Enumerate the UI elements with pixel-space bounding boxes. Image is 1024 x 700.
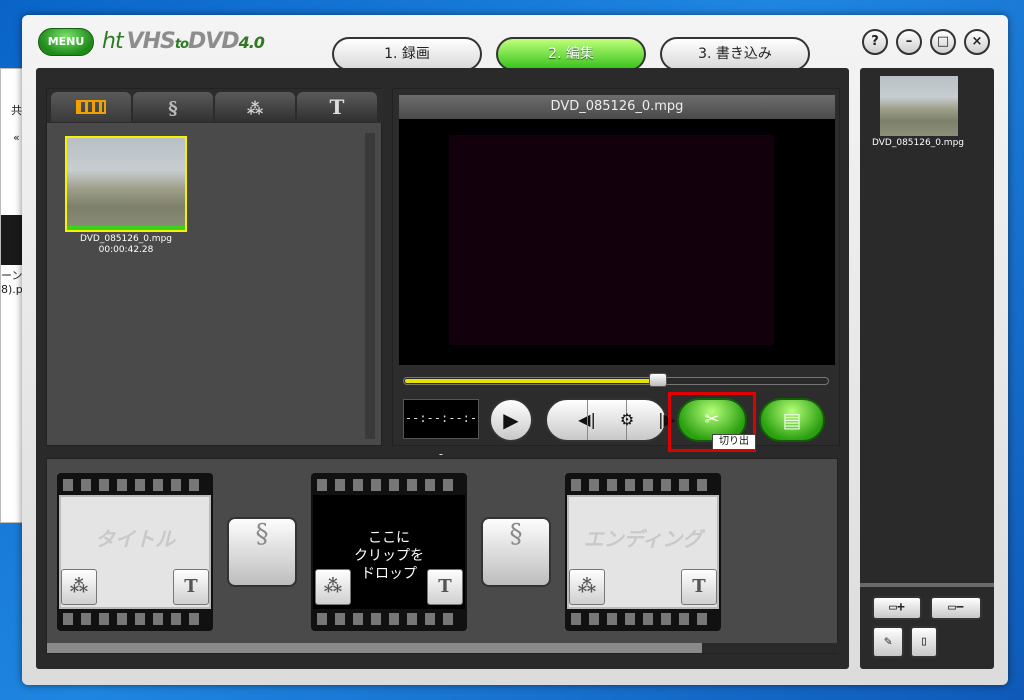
magic-wand-icon: ⁂: [323, 576, 343, 597]
film-holes: [63, 479, 207, 491]
storyboard-scrollbar[interactable]: [47, 643, 839, 653]
device-button[interactable]: ▯: [910, 626, 938, 658]
clip-image: [67, 138, 185, 230]
preview-title: DVD_085126_0.mpg: [399, 95, 835, 119]
clip-thumbnail[interactable]: [65, 136, 187, 232]
title-slot-label: タイトル: [95, 527, 175, 551]
magic-wand-icon: ⁂: [246, 99, 264, 118]
clip-info: DVD_085126_0.mpg 00:00:42.28: [65, 234, 187, 256]
film-holes: [571, 613, 715, 625]
transition-slot-1[interactable]: §: [227, 517, 297, 587]
film-holes: [317, 613, 461, 625]
transition-icon: §: [509, 519, 523, 549]
desktop-text-4: 8).p: [1, 283, 23, 296]
prev-frame-button[interactable]: ◀|: [547, 400, 596, 440]
sidebar-divider: [860, 583, 994, 587]
transition-icon: §: [255, 519, 269, 549]
main-panel: § ⁂ T DVD_085126_0.mpg 00:00:42.28 DVD_0…: [36, 68, 849, 669]
effect-button[interactable]: ⁂: [61, 569, 97, 605]
library-scrollbar[interactable]: [365, 133, 375, 439]
tab-effects[interactable]: ⁂: [215, 92, 295, 122]
desktop-text-2: «: [13, 131, 20, 144]
film-remove-icon: ▭−: [948, 600, 964, 615]
add-clip-button[interactable]: ▭+: [872, 596, 922, 620]
transition-slot-2[interactable]: §: [481, 517, 551, 587]
menu-button[interactable]: MENU: [38, 28, 94, 56]
film-icon: [76, 100, 106, 114]
drop-slot-line: ここに: [368, 530, 410, 546]
save-icon: ▤: [782, 408, 802, 432]
project-sidebar: DVD_085126_0.mpg ▭+ ▭− ✎ ▯: [860, 68, 994, 669]
frame-controls: ◀| ⚙ |▶: [545, 398, 676, 442]
close-button[interactable]: ×: [964, 29, 990, 55]
play-icon: ▶: [503, 408, 519, 432]
logo-ht: ht: [102, 29, 124, 54]
edit-button[interactable]: ✎: [872, 626, 904, 658]
tab-record[interactable]: 1. 録画: [332, 37, 482, 71]
pencil-icon: ✎: [884, 634, 892, 649]
film-holes: [571, 479, 715, 491]
device-icon: ▯: [920, 634, 928, 649]
play-button[interactable]: ▶: [489, 398, 533, 442]
text-icon: T: [329, 95, 345, 119]
project-clip-thumbnail[interactable]: [880, 76, 958, 136]
preview-panel: DVD_085126_0.mpg --:--:--:-- ▶ ◀| ⚙ |▶ ✂…: [392, 88, 840, 461]
logo-version: 4.0: [238, 33, 265, 52]
minimize-button[interactable]: –: [896, 29, 922, 55]
timecode-display: --:--:--:--: [403, 399, 479, 461]
logo-to: to: [174, 37, 189, 52]
desktop-text-1: 共: [11, 104, 22, 117]
storyboard-scroll-thumb[interactable]: [47, 643, 702, 653]
clip-filename: DVD_085126_0.mpg: [80, 234, 172, 244]
preview-video: [449, 135, 774, 345]
logo-dvd: DVD: [188, 29, 240, 54]
film-holes: [317, 479, 461, 491]
tab-burn[interactable]: 3. 書き込み: [660, 37, 810, 71]
text-button[interactable]: T: [173, 569, 209, 605]
tab-clips[interactable]: [51, 92, 131, 122]
text-button[interactable]: T: [681, 569, 717, 605]
media-library: § ⁂ T DVD_085126_0.mpg 00:00:42.28: [46, 88, 383, 446]
effect-button[interactable]: ⁂: [315, 569, 351, 605]
app-window: MENU ht VHStoDVD4.0 1. 録画 2. 編集 3. 書き込み ?…: [22, 15, 1008, 685]
logo-vhs: VHS: [126, 29, 176, 54]
clip-duration: 00:00:42.28: [98, 245, 154, 255]
next-frame-button[interactable]: |▶: [627, 400, 676, 440]
ending-slot-label: エンディング: [583, 527, 703, 551]
settings-button[interactable]: ⚙: [587, 400, 634, 440]
preview-screen: [399, 119, 835, 365]
save-button[interactable]: ▤: [759, 398, 825, 442]
magic-wand-icon: ⁂: [69, 576, 89, 597]
tab-edit[interactable]: 2. 編集: [496, 37, 646, 71]
magic-wand-icon: ⁂: [577, 576, 597, 597]
clip-selected-bar: [67, 226, 185, 230]
text-button[interactable]: T: [427, 569, 463, 605]
title-slot[interactable]: タイトル ⁂ T: [57, 473, 213, 631]
transition-icon: §: [168, 98, 178, 119]
cut-tooltip: 切り出: [712, 434, 756, 450]
film-add-icon: ▭+: [889, 600, 905, 615]
tab-titles[interactable]: T: [297, 92, 377, 122]
storyboard: タイトル ⁂ T § ここに クリップを ドロップ ⁂ T § エンディング ⁂ T: [46, 458, 839, 654]
seek-handle[interactable]: [649, 373, 668, 387]
seek-fill: [405, 379, 660, 383]
tab-transitions[interactable]: §: [133, 92, 213, 122]
app-logo: ht VHStoDVD4.0: [102, 29, 265, 54]
remove-clip-button[interactable]: ▭−: [930, 596, 982, 620]
library-tabs: § ⁂ T: [47, 89, 383, 123]
effect-button[interactable]: ⁂: [569, 569, 605, 605]
drop-slot[interactable]: ここに クリップを ドロップ ⁂ T: [311, 473, 467, 631]
drop-slot-line: クリップを: [354, 548, 424, 564]
project-clip-name: DVD_085126_0.mpg: [872, 138, 964, 148]
help-button[interactable]: ?: [862, 29, 888, 55]
film-holes: [63, 613, 207, 625]
ending-slot[interactable]: エンディング ⁂ T: [565, 473, 721, 631]
maximize-button[interactable]: □: [930, 29, 956, 55]
seek-bar[interactable]: [403, 373, 829, 387]
